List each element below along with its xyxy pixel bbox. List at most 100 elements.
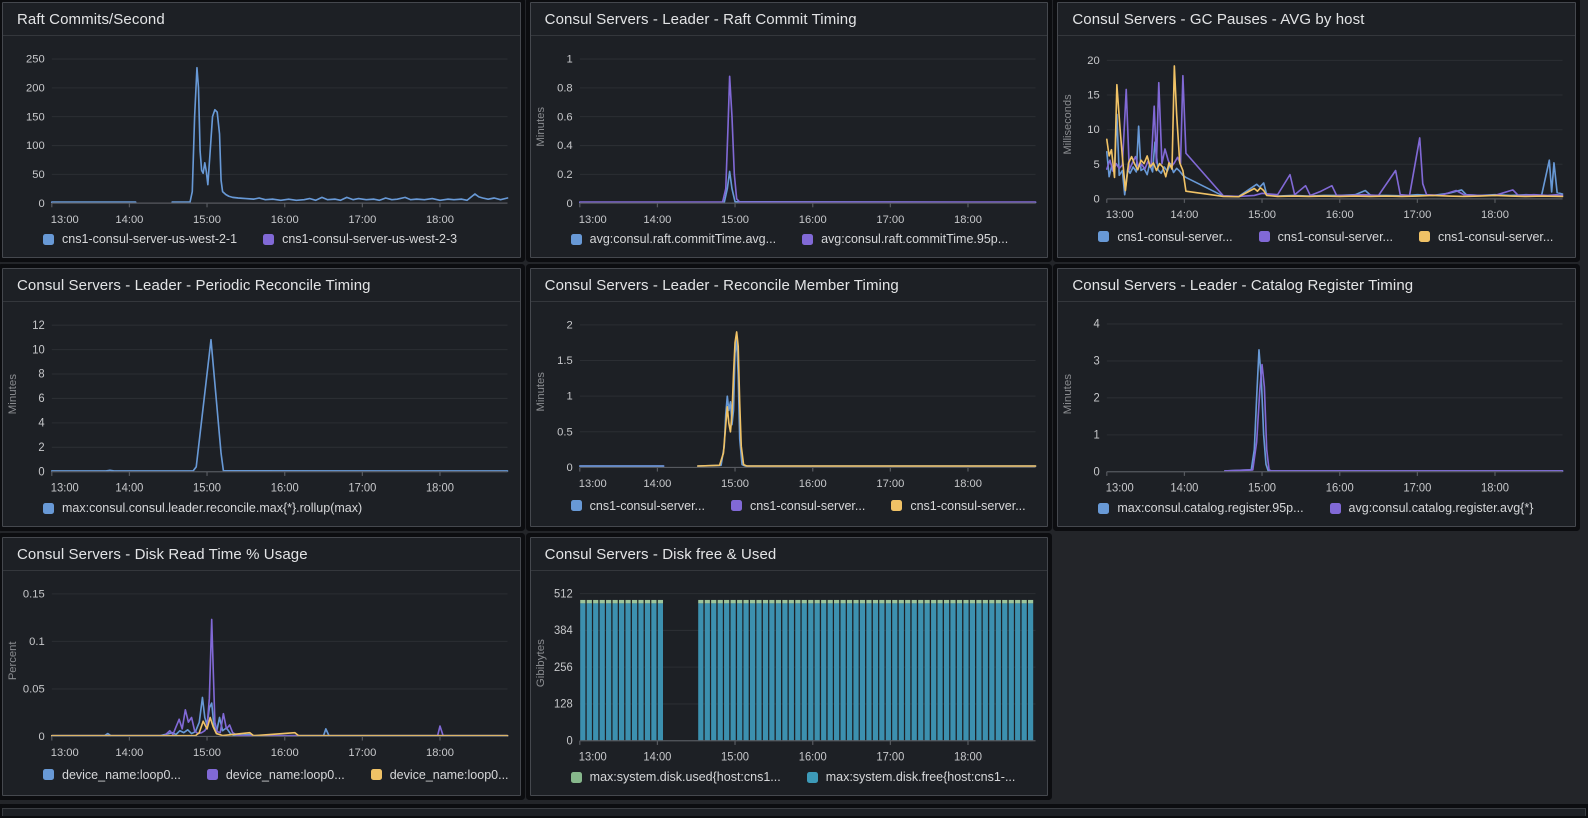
svg-text:0: 0 bbox=[38, 198, 44, 210]
svg-text:0.4: 0.4 bbox=[557, 140, 573, 152]
legend-swatch bbox=[43, 234, 54, 245]
svg-text:18:00: 18:00 bbox=[426, 483, 454, 495]
chart-canvas: 00.050.10.1513:0014:0015:0016:0017:0018:… bbox=[5, 573, 516, 763]
legend-label: device_name:loop0... bbox=[226, 768, 345, 782]
svg-text:18:00: 18:00 bbox=[954, 752, 982, 764]
panel-header: Consul Servers - Leader - Raft Commit Ti… bbox=[531, 3, 1048, 36]
svg-text:0.1: 0.1 bbox=[29, 636, 45, 648]
svg-text:13:00: 13:00 bbox=[578, 478, 606, 490]
legend-label: avg:consul.catalog.register.avg{*} bbox=[1349, 501, 1534, 515]
panel-title-text: Consul Servers - Disk free & Used bbox=[545, 546, 1034, 563]
legend-label: cns1-consul-server... bbox=[1117, 230, 1232, 244]
legend-item[interactable]: max:system.disk.free{host:cns1-... bbox=[807, 770, 1016, 784]
legend-swatch bbox=[1330, 503, 1341, 514]
svg-text:18:00: 18:00 bbox=[954, 478, 982, 490]
legend-swatch bbox=[571, 500, 582, 511]
legend-item[interactable]: cns1-consul-server... bbox=[891, 499, 1025, 513]
legend-swatch bbox=[807, 772, 818, 783]
legend-swatch bbox=[207, 769, 218, 780]
svg-text:Milliseconds: Milliseconds bbox=[1062, 94, 1074, 155]
svg-text:13:00: 13:00 bbox=[51, 747, 79, 759]
svg-text:17:00: 17:00 bbox=[876, 214, 904, 226]
svg-text:10: 10 bbox=[1088, 124, 1100, 136]
legend-swatch bbox=[43, 503, 54, 514]
legend-item[interactable]: cns1-consul-server... bbox=[1419, 230, 1553, 244]
chart-canvas: 012825638451213:0014:0015:0016:0017:0018… bbox=[533, 573, 1044, 768]
legend-swatch bbox=[802, 234, 813, 245]
svg-text:0: 0 bbox=[1094, 193, 1100, 205]
svg-text:512: 512 bbox=[554, 588, 573, 600]
svg-text:256: 256 bbox=[554, 662, 573, 674]
legend-item[interactable]: cns1-consul-server... bbox=[1098, 230, 1232, 244]
svg-text:18:00: 18:00 bbox=[426, 747, 454, 759]
legend-item[interactable]: device_name:loop0... bbox=[207, 768, 345, 782]
legend-item[interactable]: cns1-consul-server... bbox=[731, 499, 865, 513]
empty-grid-cell bbox=[1057, 537, 1576, 796]
panel-gc-pauses: Consul Servers - GC Pauses - AVG by host… bbox=[1057, 2, 1576, 258]
legend-item[interactable]: max:consul.consul.leader.reconcile.max{*… bbox=[43, 501, 362, 515]
timeseries-chart[interactable]: 00.050.10.1513:0014:0015:0016:0017:0018:… bbox=[3, 571, 520, 763]
svg-text:2: 2 bbox=[38, 442, 44, 454]
svg-text:12: 12 bbox=[32, 320, 44, 332]
timeseries-chart[interactable]: 02468101213:0014:0015:0016:0017:0018:00M… bbox=[3, 302, 520, 499]
legend-label: cns1-consul-server-us-west-2-3 bbox=[282, 232, 457, 246]
legend-item[interactable]: device_name:loop0... bbox=[371, 768, 509, 782]
svg-text:0: 0 bbox=[38, 731, 44, 743]
panel-title-text: Consul Servers - Leader - Catalog Regist… bbox=[1072, 277, 1561, 294]
svg-text:0: 0 bbox=[1094, 466, 1100, 478]
timeseries-chart[interactable]: 0510152013:0014:0015:0016:0017:0018:00Mi… bbox=[1058, 36, 1575, 225]
svg-text:15:00: 15:00 bbox=[193, 747, 221, 759]
svg-text:2: 2 bbox=[1094, 392, 1100, 404]
svg-text:8: 8 bbox=[38, 369, 44, 381]
bar-chart[interactable]: 012825638451213:0014:0015:0016:0017:0018… bbox=[531, 571, 1048, 768]
legend-label: cns1-consul-server-us-west-2-1 bbox=[62, 232, 237, 246]
svg-text:17:00: 17:00 bbox=[1404, 483, 1432, 495]
legend: cns1-consul-server-us-west-2-1 cns1-consu… bbox=[3, 230, 520, 257]
chart-canvas: 0123413:0014:0015:0016:0017:0018:00Minut… bbox=[1060, 304, 1571, 499]
svg-text:18:00: 18:00 bbox=[1481, 209, 1509, 221]
legend-item[interactable]: max:system.disk.used{host:cns1... bbox=[571, 770, 781, 784]
legend-item[interactable]: avg:consul.catalog.register.avg{*} bbox=[1330, 501, 1534, 515]
svg-text:6: 6 bbox=[38, 393, 44, 405]
legend-label: cns1-consul-server... bbox=[750, 499, 865, 513]
timeseries-chart[interactable]: 0123413:0014:0015:0016:0017:0018:00Minut… bbox=[1058, 302, 1575, 499]
legend-label: cns1-consul-server... bbox=[590, 499, 705, 513]
svg-text:17:00: 17:00 bbox=[348, 214, 376, 226]
legend-label: max:system.disk.free{host:cns1-... bbox=[826, 770, 1016, 784]
timeseries-chart[interactable]: 00.511.5213:0014:0015:0016:0017:0018:00M… bbox=[531, 302, 1048, 494]
chart-canvas: 00.20.40.60.8113:0014:0015:0016:0017:001… bbox=[533, 38, 1044, 230]
svg-text:14:00: 14:00 bbox=[1171, 209, 1199, 221]
svg-text:13:00: 13:00 bbox=[51, 483, 79, 495]
legend-swatch bbox=[371, 769, 382, 780]
legend-item[interactable]: cns1-consul-server-us-west-2-3 bbox=[263, 232, 457, 246]
chart-canvas: 00.511.5213:0014:0015:0016:0017:0018:00M… bbox=[533, 304, 1044, 494]
svg-text:0.2: 0.2 bbox=[557, 169, 573, 181]
svg-text:128: 128 bbox=[554, 698, 573, 710]
legend-item[interactable]: avg:consul.raft.commitTime.95p... bbox=[802, 232, 1008, 246]
legend-item[interactable]: max:consul.catalog.register.95p... bbox=[1098, 501, 1303, 515]
panel-header: Consul Servers - Disk free & Used bbox=[531, 538, 1048, 571]
panel-title-text: Consul Servers - GC Pauses - AVG by host bbox=[1072, 11, 1561, 28]
legend-swatch bbox=[891, 500, 902, 511]
svg-text:0.6: 0.6 bbox=[557, 111, 573, 123]
panel-header: Consul Servers - Leader - Reconcile Memb… bbox=[531, 269, 1048, 302]
svg-text:0.8: 0.8 bbox=[557, 82, 573, 94]
svg-text:14:00: 14:00 bbox=[643, 214, 671, 226]
legend-item[interactable]: avg:consul.raft.commitTime.avg... bbox=[571, 232, 776, 246]
panel-catalog-register-timing: Consul Servers - Leader - Catalog Regist… bbox=[1057, 268, 1576, 527]
legend-item[interactable]: cns1-consul-server... bbox=[1259, 230, 1393, 244]
svg-text:0: 0 bbox=[38, 466, 44, 478]
legend-item[interactable]: cns1-consul-server-us-west-2-1 bbox=[43, 232, 237, 246]
svg-text:1: 1 bbox=[1094, 429, 1100, 441]
legend-item[interactable]: cns1-consul-server... bbox=[571, 499, 705, 513]
legend-item[interactable]: device_name:loop0... bbox=[43, 768, 181, 782]
svg-text:13:00: 13:00 bbox=[51, 214, 79, 226]
legend: max:system.disk.used{host:cns1... max:sys… bbox=[531, 768, 1048, 795]
svg-text:20: 20 bbox=[1088, 55, 1100, 67]
svg-text:17:00: 17:00 bbox=[876, 752, 904, 764]
svg-text:2: 2 bbox=[566, 319, 572, 331]
svg-text:15:00: 15:00 bbox=[721, 478, 749, 490]
timeseries-chart[interactable]: 05010015020025013:0014:0015:0016:0017:00… bbox=[3, 36, 520, 230]
timeseries-chart[interactable]: 00.20.40.60.8113:0014:0015:0016:0017:001… bbox=[531, 36, 1048, 230]
svg-text:17:00: 17:00 bbox=[348, 747, 376, 759]
